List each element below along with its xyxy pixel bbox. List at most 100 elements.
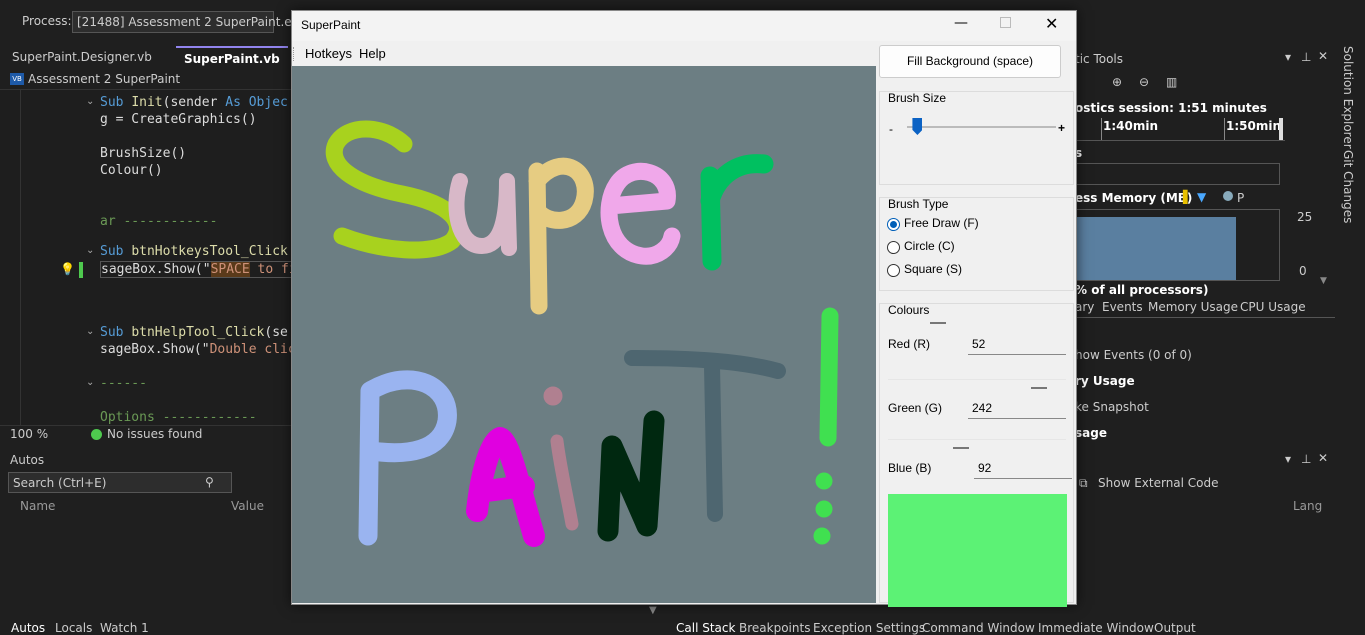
radio-indicator[interactable] — [887, 218, 900, 231]
code-line: ar ------------ — [100, 214, 218, 229]
tab-breakpoints[interactable]: Breakpoints — [739, 621, 810, 635]
tab-call-stack[interactable]: Call Stack — [676, 621, 735, 635]
column-name: Name — [20, 499, 56, 513]
tab-command-window[interactable]: Command Window — [922, 621, 1035, 635]
close-icon[interactable]: ✕ — [1318, 49, 1328, 63]
radio-square[interactable]: Square (S) — [880, 260, 1070, 280]
code-line: sageBox.Show("SPACE to fi — [100, 261, 298, 278]
tab-cpu-usage[interactable]: CPU Usage — [1240, 300, 1306, 314]
autos-panel-ext: ▼ — [291, 603, 671, 635]
private-bytes-icon — [1223, 191, 1233, 201]
green-slider-thumb[interactable] — [1031, 387, 1047, 389]
diag-session: ostics session: 1:51 minutes — [1075, 101, 1267, 115]
code-line: Sub Init(sender As Objec — [100, 95, 288, 110]
autos-panel: Autos Search (Ctrl+E) ⚲ Name Value — [0, 448, 291, 618]
minimize-icon[interactable]: — — [954, 15, 968, 31]
red-slider-thumb[interactable] — [930, 322, 946, 324]
autos-search-input[interactable]: Search (Ctrl+E) ⚲ — [8, 472, 232, 493]
colours-title: Colours — [888, 303, 930, 317]
code-line: Colour() — [100, 163, 163, 178]
tab-memory-usage[interactable]: Memory Usage — [1148, 300, 1238, 314]
chart-icon[interactable]: ▥ — [1166, 75, 1177, 89]
stroke-P — [358, 370, 457, 546]
menu-bar: Hotkeys Help — [292, 41, 876, 66]
superpaint-window: SuperPaint — ✕ Hotkeys Help Fill Backgro… — [291, 10, 1077, 607]
green-input[interactable]: 242 — [968, 398, 1066, 419]
process-label: Process: — [22, 14, 72, 28]
collapse-icon[interactable]: ⌄ — [86, 377, 94, 388]
snapshot-icon: ▌ — [1183, 190, 1193, 204]
code-line: ------ — [100, 376, 147, 391]
brush-size-thumb[interactable] — [912, 118, 923, 135]
change-marker — [79, 262, 83, 278]
brush-size-plus[interactable]: + — [1058, 121, 1065, 135]
stroke-i-dot — [543, 386, 563, 406]
menu-hotkeys[interactable]: Hotkeys — [305, 41, 352, 66]
tab-immediate-window[interactable]: Immediate Window — [1038, 621, 1154, 635]
autos-title: Autos — [10, 453, 45, 467]
issues-status[interactable]: No issues found — [107, 427, 202, 441]
tab-exception-settings[interactable]: Exception Settings — [813, 621, 925, 635]
stroke-A — [466, 427, 545, 547]
zoom-in-icon[interactable]: ⊕ — [1112, 75, 1122, 89]
tab-locals[interactable]: Locals — [55, 621, 92, 635]
editor-gutter-line — [20, 90, 21, 425]
menu-help[interactable]: Help — [359, 41, 386, 66]
show-external-code[interactable]: Show External Code — [1098, 476, 1219, 490]
brush-size-minus[interactable]: - — [889, 122, 893, 136]
scroll-down-icon[interactable]: ▼ — [1320, 276, 1327, 286]
tab-git-changes[interactable]: Git Changes — [1341, 150, 1355, 223]
document-tabs: SuperPaint.Designer.vb SuperPaint.vb — [0, 46, 291, 70]
brush-type-group: Brush Type Free Draw (F) Circle (C) Squa… — [879, 197, 1074, 291]
drawing-svg[interactable] — [292, 66, 876, 603]
radio-free-draw[interactable]: Free Draw (F) — [880, 214, 1070, 234]
editor-status-bar: 100 % No issues found — [0, 425, 291, 443]
tab-watch[interactable]: Watch 1 — [100, 621, 149, 635]
collapse-icon[interactable]: ⌄ — [86, 326, 94, 337]
process-dropdown[interactable]: [21488] Assessment 2 SuperPaint.e — [72, 11, 292, 33]
zoom-level[interactable]: 100 % — [10, 427, 48, 441]
close-icon[interactable]: ✕ — [1045, 14, 1058, 33]
radio-indicator[interactable] — [887, 241, 900, 254]
drawing-canvas[interactable] — [292, 66, 876, 603]
stroke-i — [550, 434, 579, 531]
tab-autos[interactable]: Autos — [11, 621, 45, 635]
blue-input[interactable]: 92 — [974, 458, 1072, 479]
collapse-icon[interactable]: ⌄ — [86, 245, 94, 256]
menu-grip — [293, 47, 296, 61]
stroke-exclamation-dot — [815, 500, 833, 518]
pin-icon[interactable]: ⊥ — [1301, 50, 1311, 64]
radio-indicator[interactable] — [887, 264, 900, 277]
dropdown-icon[interactable]: ▾ — [1285, 452, 1291, 466]
external-code-icon: ⧉ — [1079, 476, 1088, 490]
scroll-down-icon[interactable]: ▼ — [649, 605, 657, 616]
callstack-panel: ▾ ⊥ ✕ ⧉ Show External Code Lang — [1075, 448, 1335, 618]
close-icon[interactable]: ✕ — [1318, 451, 1328, 465]
stroke-N — [597, 410, 665, 542]
tab-summary[interactable]: ary — [1075, 300, 1094, 314]
brush-size-track[interactable] — [907, 126, 1056, 128]
red-input[interactable]: 52 — [968, 334, 1066, 355]
radio-circle[interactable]: Circle (C) — [880, 237, 1070, 257]
zoom-out-icon[interactable]: ⊖ — [1139, 75, 1149, 89]
diag-tabs: ary Events Memory Usage CPU Usage — [1075, 297, 1335, 318]
tab-designer[interactable]: SuperPaint.Designer.vb — [4, 46, 160, 68]
solution-nav[interactable]: VB Assessment 2 SuperPaint — [0, 69, 291, 90]
code-editor[interactable]: ⌄ Sub Init(sender As Objec g = CreateGra… — [0, 90, 304, 425]
show-events-link[interactable]: how Events (0 of 0) — [1075, 348, 1192, 362]
run-indicator-icon — [1090, 0, 1120, 8]
tab-output[interactable]: Output — [1154, 621, 1196, 635]
bottom-left-tabs: Autos Locals Watch 1 — [0, 620, 291, 635]
collapse-icon[interactable]: ⌄ — [86, 96, 94, 107]
tab-solution-explorer[interactable]: Solution Explorer — [1341, 46, 1355, 149]
tab-events[interactable]: Events — [1102, 300, 1143, 314]
stroke-exclamation — [819, 307, 839, 447]
blue-slider-thumb[interactable] — [953, 447, 969, 449]
tab-superpaint-vb[interactable]: SuperPaint.vb — [176, 46, 288, 70]
dropdown-icon[interactable]: ▾ — [1285, 50, 1291, 64]
green-label: Green (G) — [888, 401, 943, 415]
pin-icon[interactable]: ⊥ — [1301, 452, 1311, 466]
fill-background-button[interactable]: Fill Background (space) — [879, 45, 1061, 78]
lightbulb-icon[interactable]: 💡 — [60, 262, 75, 276]
take-snapshot-link[interactable]: ke Snapshot — [1075, 400, 1149, 414]
